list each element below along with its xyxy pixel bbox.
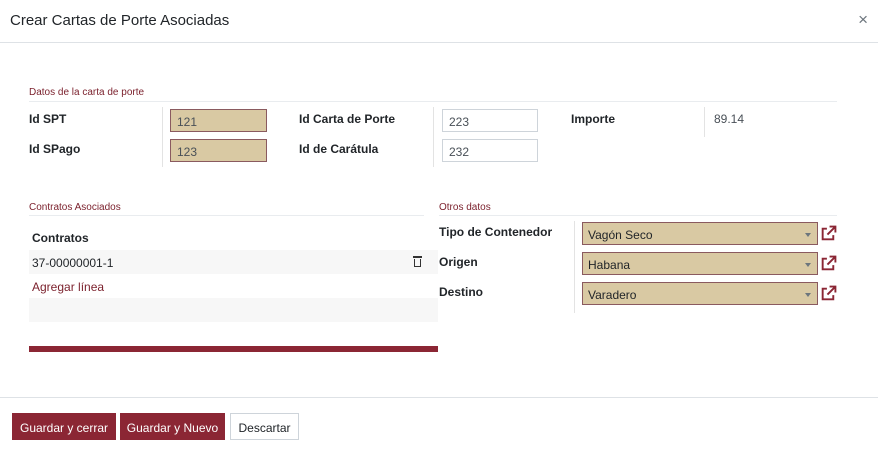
save-close-button[interactable]: Guardar y cerrar [12, 413, 116, 440]
importe-value: 89.14 [714, 112, 745, 126]
contract-cell: 37-00000001-1 [32, 256, 114, 270]
save-new-button[interactable]: Guardar y Nuevo [120, 413, 225, 440]
external-link-icon[interactable] [820, 225, 837, 242]
id-spago-label: Id SPago [29, 142, 81, 156]
modal-header: Crear Cartas de Porte Asociadas × [0, 0, 878, 43]
chevron-down-icon [805, 233, 811, 237]
discard-button[interactable]: Descartar [230, 413, 299, 440]
footer-divider [0, 397, 878, 398]
origen-label: Origen [439, 255, 478, 269]
column-divider [704, 107, 705, 137]
id-carta-label: Id Carta de Porte [299, 112, 396, 126]
origen-value: Habana [588, 258, 631, 272]
trash-icon[interactable] [413, 256, 422, 267]
column-divider [433, 107, 434, 167]
table-row-empty [29, 298, 438, 322]
id-spt-label: Id SPT [29, 112, 67, 126]
external-link-icon[interactable] [820, 285, 837, 302]
section-divider [29, 215, 424, 216]
contracts-table: Contratos 37-00000001-1 Agregar línea [29, 224, 438, 322]
accent-bar [29, 346, 438, 352]
id-spt-field[interactable]: 121 [170, 109, 267, 132]
id-carta-input[interactable]: 223 [442, 109, 538, 132]
column-divider [574, 221, 575, 313]
external-link-icon[interactable] [820, 255, 837, 272]
contracts-column-header: Contratos [32, 231, 89, 245]
tipo-contenedor-label: Tipo de Contenedor [439, 225, 553, 239]
section-divider [439, 215, 837, 216]
destino-select[interactable]: Varadero [582, 282, 818, 305]
table-row[interactable]: 37-00000001-1 [29, 250, 438, 274]
id-caratula-input[interactable]: 232 [442, 139, 538, 162]
add-line-link[interactable]: Agregar línea [29, 274, 438, 298]
id-caratula-label: Id de Carátula [299, 142, 379, 156]
section-title-contratos: Contratos Asociados [29, 202, 121, 213]
destino-value: Varadero [588, 288, 637, 302]
section-title-otros: Otros datos [439, 202, 491, 213]
column-divider [162, 107, 163, 167]
modal-title: Crear Cartas de Porte Asociadas [10, 12, 230, 29]
section-divider [29, 101, 837, 102]
chevron-down-icon [805, 263, 811, 267]
origen-select[interactable]: Habana [582, 252, 818, 275]
id-spago-field[interactable]: 123 [170, 139, 267, 162]
chevron-down-icon [805, 293, 811, 297]
tipo-contenedor-value: Vagón Seco [588, 228, 653, 242]
close-icon[interactable]: × [858, 11, 868, 28]
section-title-datos: Datos de la carta de porte [29, 87, 145, 98]
importe-label: Importe [571, 112, 616, 126]
tipo-contenedor-select[interactable]: Vagón Seco [582, 222, 818, 245]
destino-label: Destino [439, 285, 484, 299]
